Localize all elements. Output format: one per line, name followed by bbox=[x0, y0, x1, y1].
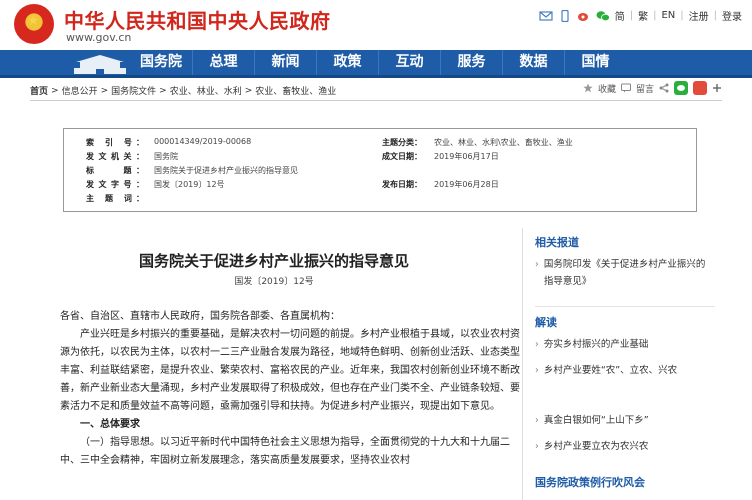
bullet-icon: › bbox=[535, 365, 539, 376]
paragraph: 产业兴旺是乡村振兴的重要基础，是解决农村一切问题的前提。乡村产业根植于县域，以农… bbox=[60, 329, 520, 412]
site-url[interactable]: www.gov.cn bbox=[66, 31, 131, 44]
weibo-share-icon[interactable] bbox=[693, 81, 707, 95]
interpretation-link[interactable]: › 夯实乡村振兴的产业基础 bbox=[535, 336, 711, 353]
plus-icon[interactable] bbox=[712, 83, 722, 93]
issuer-value: 国务院 bbox=[154, 152, 178, 161]
bullet-icon: › bbox=[535, 259, 539, 270]
main-nav: 国务院 总理 新闻 政策 互动 服务 数据 国情 bbox=[0, 50, 752, 78]
policy-briefing-heading[interactable]: 国务院政策例行吹风会 bbox=[535, 474, 645, 490]
interpretation-link-text[interactable]: 夯实乡村振兴的产业基础 bbox=[544, 336, 649, 353]
top-links: 简 | 繁 | EN | 注册 | 登录 bbox=[539, 8, 742, 23]
salutation: 各省、自治区、直辖市人民政府，国务院各部委、各直属机构： bbox=[60, 311, 340, 322]
breadcrumb-item[interactable]: 信息公开 bbox=[62, 84, 98, 97]
nav-item-policy[interactable]: 政策 bbox=[316, 50, 378, 75]
mobile-icon[interactable] bbox=[558, 9, 572, 22]
document-metadata-table: 索 引 号： 000014349/2019-00068 发文机关： 国务院 标 … bbox=[63, 128, 697, 212]
index-label: 索 引 号： bbox=[86, 138, 144, 147]
interpretation-link-text[interactable]: 真金白银如何“上山下乡” bbox=[544, 412, 649, 429]
docno-label: 发文字号： bbox=[86, 180, 144, 189]
site-title[interactable]: 中华人民共和国中央人民政府 bbox=[64, 5, 331, 34]
index-value: 000014349/2019-00068 bbox=[154, 137, 252, 146]
divider: | bbox=[653, 10, 657, 21]
interpretation-link-text[interactable]: 乡村产业要立农为农兴农 bbox=[544, 438, 649, 455]
bullet-icon: › bbox=[535, 339, 539, 350]
star-icon[interactable] bbox=[583, 83, 593, 93]
wechat-share-icon[interactable] bbox=[674, 81, 688, 95]
email-icon[interactable] bbox=[539, 10, 553, 22]
interpretation-heading: 解读 bbox=[535, 316, 557, 329]
breadcrumb: 首页 > 信息公开 > 国务院文件 > 农业、林业、水利 > 农业、畜牧业、渔业 bbox=[30, 84, 336, 98]
bullet-icon: › bbox=[535, 415, 539, 426]
paragraph: （一）指导思想。以习近平新时代中国特色社会主义思想为指导，全面贯彻党的十九大和十… bbox=[60, 437, 510, 466]
english-link[interactable]: EN bbox=[661, 10, 675, 21]
interpretation-link[interactable]: › 真金白银如何“上山下乡” bbox=[535, 412, 711, 429]
interpretation-link-text[interactable]: 乡村产业要姓“农”、立农、兴农 bbox=[544, 362, 677, 379]
register-link[interactable]: 注册 bbox=[689, 8, 709, 23]
bullet-icon: › bbox=[535, 441, 539, 452]
date-written-label: 成文日期： bbox=[382, 152, 422, 161]
login-link[interactable]: 登录 bbox=[722, 8, 742, 23]
divider: | bbox=[713, 10, 717, 21]
date-written-value: 2019年06月17日 bbox=[434, 152, 499, 161]
related-link-text[interactable]: 国务院印发《关于促进乡村产业振兴的指导意见》 bbox=[544, 256, 711, 290]
docno-value: 国发〔2019〕12号 bbox=[154, 180, 225, 189]
tiananmen-gate-icon bbox=[74, 55, 126, 74]
interpretation-link[interactable]: › 乡村产业要姓“农”、立农、兴农 bbox=[535, 362, 711, 379]
divider: | bbox=[680, 10, 684, 21]
breadcrumb-item[interactable]: 国务院文件 bbox=[111, 84, 156, 97]
article-title: 国务院关于促进乡村产业振兴的指导意见 bbox=[138, 252, 409, 270]
title-label: 标 题： bbox=[86, 166, 144, 175]
comment-link[interactable]: 留言 bbox=[636, 82, 654, 95]
publish-date-value: 2019年06月28日 bbox=[434, 180, 499, 189]
weibo-icon[interactable] bbox=[577, 10, 591, 22]
nav-item-news[interactable]: 新闻 bbox=[254, 50, 316, 75]
category-label: 主题分类： bbox=[382, 138, 422, 147]
national-emblem-icon[interactable]: ★ bbox=[14, 4, 54, 44]
issuer-label: 发文机关： bbox=[86, 152, 144, 161]
site-header: ★ 中华人民共和国中央人民政府 www.gov.cn 简 | 繁 | EN | … bbox=[0, 0, 752, 50]
share-icon[interactable] bbox=[659, 83, 669, 93]
nav-item-premier[interactable]: 总理 bbox=[192, 50, 254, 75]
keywords-label: 主 题 词： bbox=[86, 194, 144, 203]
title-value: 国务院关于促进乡村产业振兴的指导意见 bbox=[154, 166, 298, 175]
related-link[interactable]: › 国务院印发《关于促进乡村产业振兴的指导意见》 bbox=[535, 256, 711, 290]
nav-item-interaction[interactable]: 互动 bbox=[378, 50, 440, 75]
sidebar: 相关报道 › 国务院印发《关于促进乡村产业振兴的指导意见》 解读 › 夯实乡村振… bbox=[522, 228, 722, 500]
interpretation-link[interactable]: › 乡村产业要立农为农兴农 bbox=[535, 438, 711, 455]
divider bbox=[535, 306, 715, 307]
nav-item-services[interactable]: 服务 bbox=[440, 50, 502, 75]
nav-item-state-council[interactable]: 国务院 bbox=[130, 50, 192, 75]
nav-item-national-info[interactable]: 国情 bbox=[564, 50, 626, 75]
category-value: 农业、林业、水利\农业、畜牧业、渔业 bbox=[434, 138, 573, 147]
breadcrumb-separator: > bbox=[244, 85, 253, 96]
breadcrumb-item[interactable]: 农业、畜牧业、渔业 bbox=[255, 84, 336, 97]
traditional-link[interactable]: 繁 bbox=[638, 8, 648, 23]
publish-date-label: 发布日期： bbox=[382, 180, 422, 189]
related-reports-heading: 相关报道 bbox=[535, 236, 579, 249]
breadcrumb-separator: > bbox=[159, 85, 167, 96]
favorite-link[interactable]: 收藏 bbox=[598, 82, 616, 95]
nav-item-data[interactable]: 数据 bbox=[502, 50, 564, 75]
comment-icon[interactable] bbox=[620, 83, 631, 93]
breadcrumb-separator: > bbox=[100, 85, 109, 96]
divider: | bbox=[629, 10, 634, 21]
article-body: 各省、自治区、直辖市人民政府，国务院各部委、各直属机构： 产业兴旺是乡村振兴的重… bbox=[60, 308, 520, 470]
article: 国务院关于促进乡村产业振兴的指导意见 国发〔2019〕12号 各省、自治区、直辖… bbox=[30, 228, 522, 500]
breadcrumb-separator: > bbox=[51, 85, 59, 96]
section-heading: 一、总体要求 bbox=[80, 419, 140, 430]
article-doc-number: 国发〔2019〕12号 bbox=[234, 277, 314, 287]
divider bbox=[30, 100, 722, 101]
breadcrumb-home[interactable]: 首页 bbox=[30, 84, 48, 97]
breadcrumb-item[interactable]: 农业、林业、水利 bbox=[170, 84, 242, 97]
page-tools: 收藏 留言 bbox=[583, 81, 722, 95]
wechat-icon[interactable] bbox=[596, 10, 610, 22]
simplified-link[interactable]: 简 bbox=[615, 8, 625, 23]
